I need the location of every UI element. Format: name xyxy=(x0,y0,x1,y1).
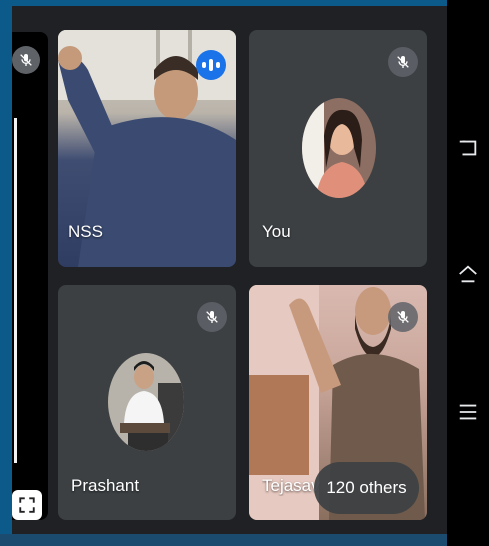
participant-tile-nss[interactable]: NSS xyxy=(58,30,236,267)
back-icon xyxy=(459,140,477,156)
mic-off-icon xyxy=(197,302,227,332)
home-icon xyxy=(459,265,477,283)
bottom-window-edge xyxy=(0,534,447,546)
system-navigation-bar xyxy=(447,0,489,546)
mic-off-icon xyxy=(12,46,40,74)
expand-button[interactable] xyxy=(12,490,42,520)
avatar xyxy=(302,98,376,198)
home-button[interactable] xyxy=(456,262,480,286)
participant-name: NSS xyxy=(68,222,103,241)
avatar xyxy=(108,353,184,451)
partial-participant-tile[interactable] xyxy=(12,32,48,520)
participant-tile-prashant[interactable]: Prashant xyxy=(58,285,236,520)
mic-off-icon xyxy=(388,302,418,332)
expand-icon xyxy=(19,497,35,513)
menu-icon xyxy=(459,404,477,420)
mic-off-icon xyxy=(206,311,218,323)
mic-off-icon xyxy=(397,56,409,68)
menu-button[interactable] xyxy=(456,400,480,424)
screen-share-strip xyxy=(14,118,17,463)
speaking-indicator-icon xyxy=(196,50,226,80)
others-label: 120 others xyxy=(326,478,407,497)
participant-name: Tejasav xyxy=(262,476,320,495)
back-button[interactable] xyxy=(456,136,480,160)
avatar-prashant-image xyxy=(108,353,184,451)
avatar-you-image xyxy=(302,98,376,198)
mic-off-icon xyxy=(397,311,409,323)
left-window-edge xyxy=(0,0,12,546)
participant-name: You xyxy=(262,222,291,241)
mic-off-icon xyxy=(388,47,418,77)
participant-name: Prashant xyxy=(71,476,140,495)
others-participants-button[interactable]: 120 others xyxy=(314,462,419,514)
participant-tile-you[interactable]: You xyxy=(249,30,427,267)
mic-off-icon xyxy=(20,54,32,66)
